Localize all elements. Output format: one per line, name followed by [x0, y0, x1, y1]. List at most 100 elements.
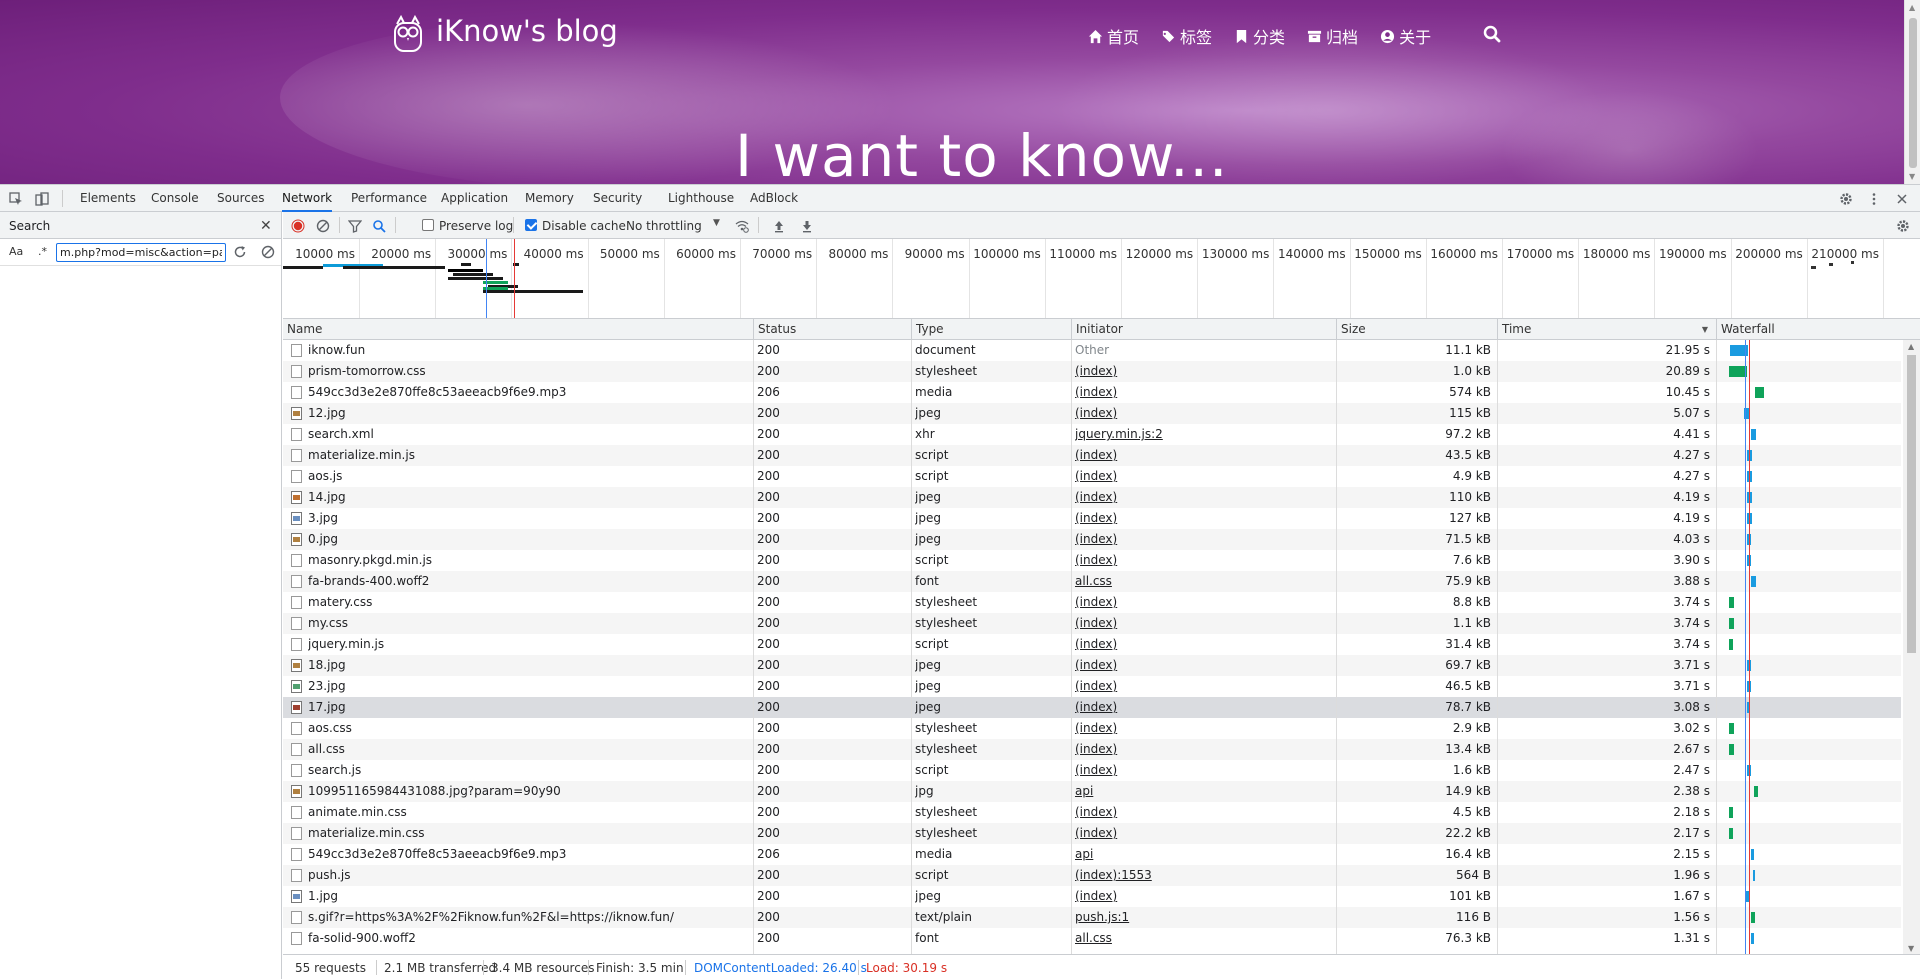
search-network-icon[interactable] — [371, 218, 387, 234]
cell-initiator[interactable]: all.css — [1075, 571, 1330, 592]
network-overview-timeline[interactable]: 10000 ms 20000 ms 30000 ms 40000 ms 50000 ms… — [283, 239, 1920, 319]
nav-home[interactable]: 首页 — [1088, 24, 1139, 48]
match-case-toggle[interactable]: Aa — [9, 245, 23, 258]
tab-memory[interactable]: Memory — [525, 185, 574, 212]
tab-sources[interactable]: Sources — [217, 185, 264, 212]
clear-search-icon[interactable] — [260, 244, 276, 260]
cell-initiator[interactable]: (index) — [1075, 739, 1330, 760]
cell-initiator[interactable]: (index) — [1075, 697, 1330, 718]
table-row[interactable]: 549cc3d3e2e870ffe8c53aeeacb9f6e9.mp3 206 m… — [283, 844, 1901, 865]
table-row[interactable]: materialize.min.css 200 stylesheet (index) 2… — [283, 823, 1901, 844]
table-row[interactable]: push.js 200 script (index):1553 564 B 1.96 s — [283, 865, 1901, 886]
tab-security[interactable]: Security — [593, 185, 642, 212]
table-row[interactable]: prism-tomorrow.css 200 stylesheet (index) 1.… — [283, 361, 1901, 382]
cell-initiator[interactable]: (index) — [1075, 802, 1330, 823]
table-row[interactable]: animate.min.css 200 stylesheet (index) 4.5 k… — [283, 802, 1901, 823]
tab-lighthouse[interactable]: Lighthouse — [668, 185, 734, 212]
preserve-log-checkbox[interactable] — [422, 219, 434, 231]
search-icon[interactable] — [1483, 25, 1501, 43]
cell-initiator[interactable]: (index) — [1075, 760, 1330, 781]
table-row[interactable]: 14.jpg 200 jpeg (index) 110 kB 4.19 s — [283, 487, 1901, 508]
table-row[interactable]: search.js 200 script (index) 1.6 kB 2.47 s — [283, 760, 1901, 781]
table-row[interactable]: materialize.min.js 200 script (index) 43.5 k… — [283, 445, 1901, 466]
cell-initiator[interactable]: (index) — [1075, 529, 1330, 550]
scroll-up-arrow-icon[interactable]: ▲ — [1908, 342, 1914, 351]
nav-categories[interactable]: 分类 — [1234, 24, 1285, 48]
network-settings-gear-icon[interactable] — [1895, 218, 1911, 234]
cell-initiator[interactable]: (index):1553 — [1075, 865, 1330, 886]
table-row[interactable]: 1.jpg 200 jpeg (index) 101 kB 1.67 s — [283, 886, 1901, 907]
table-row[interactable]: iknow.fun 200 document Other 11.1 kB 21.95 s — [283, 340, 1901, 361]
column-header-waterfall[interactable]: Waterfall — [1716, 319, 1775, 340]
settings-gear-icon[interactable] — [1838, 191, 1854, 207]
owl-logo-icon[interactable] — [393, 15, 423, 53]
table-row[interactable]: aos.css 200 stylesheet (index) 2.9 kB 3.02 s — [283, 718, 1901, 739]
close-devtools-icon[interactable] — [1894, 191, 1910, 207]
cell-initiator[interactable]: push.js:1 — [1075, 907, 1330, 928]
cell-initiator[interactable]: (index) — [1075, 592, 1330, 613]
cell-initiator[interactable]: (index) — [1075, 487, 1330, 508]
clear-log-icon[interactable] — [315, 218, 331, 234]
close-search-icon[interactable]: ✕ — [260, 218, 272, 234]
tab-adblock[interactable]: AdBlock — [750, 185, 798, 212]
cell-initiator[interactable]: (index) — [1075, 886, 1330, 907]
blog-title[interactable]: iKnow's blog — [436, 14, 618, 48]
network-conditions-wifi-icon[interactable] — [734, 218, 750, 234]
column-header-time[interactable]: Time ▼ — [1497, 319, 1716, 340]
disable-cache-checkbox[interactable] — [525, 219, 537, 231]
cell-initiator[interactable]: (index) — [1075, 508, 1330, 529]
device-toolbar-icon[interactable] — [34, 191, 50, 207]
scroll-up-arrow-icon[interactable]: ▲ — [1909, 3, 1915, 12]
table-row[interactable]: 109951165984431088.jpg?param=90y90 200 jpg… — [283, 781, 1901, 802]
table-row[interactable]: 549cc3d3e2e870ffe8c53aeeacb9f6e9.mp3 206 m… — [283, 382, 1901, 403]
table-scrollbar-thumb[interactable] — [1907, 355, 1916, 653]
table-row[interactable]: masonry.pkgd.min.js 200 script (index) 7.6 k… — [283, 550, 1901, 571]
cell-initiator[interactable]: (index) — [1075, 823, 1330, 844]
table-row[interactable]: 12.jpg 200 jpeg (index) 115 kB 5.07 s — [283, 403, 1901, 424]
column-header-initiator[interactable]: Initiator — [1071, 319, 1123, 340]
refresh-search-icon[interactable] — [232, 244, 248, 260]
table-row[interactable]: 18.jpg 200 jpeg (index) 69.7 kB 3.71 s — [283, 655, 1901, 676]
table-row[interactable]: 3.jpg 200 jpeg (index) 127 kB 4.19 s — [283, 508, 1901, 529]
preserve-log-label[interactable]: Preserve log — [439, 219, 513, 233]
cell-initiator[interactable]: (index) — [1075, 634, 1330, 655]
throttling-chevron-down-icon[interactable]: ▼ — [713, 218, 720, 228]
table-row[interactable]: all.css 200 stylesheet (index) 13.4 kB 2.67 s — [283, 739, 1901, 760]
column-header-type[interactable]: Type — [911, 319, 944, 340]
regex-toggle[interactable]: .* — [38, 245, 47, 258]
table-row[interactable]: s.gif?r=https%3A%2F%2Fiknow.fun%2F&l=htt… — [283, 907, 1901, 928]
cell-initiator[interactable]: all.css — [1075, 928, 1330, 949]
export-har-download-icon[interactable] — [799, 218, 815, 234]
scroll-down-arrow-icon[interactable]: ▼ — [1908, 944, 1914, 953]
table-row[interactable]: 23.jpg 200 jpeg (index) 46.5 kB 3.71 s — [283, 676, 1901, 697]
disable-cache-label[interactable]: Disable cache — [542, 219, 626, 233]
column-header-status[interactable]: Status — [753, 319, 796, 340]
table-row[interactable]: my.css 200 stylesheet (index) 1.1 kB 3.74 s — [283, 613, 1901, 634]
scroll-down-arrow-icon[interactable]: ▼ — [1909, 172, 1915, 181]
tab-network[interactable]: Network — [282, 185, 333, 212]
cell-initiator[interactable]: (index) — [1075, 718, 1330, 739]
tab-console[interactable]: Console — [151, 185, 199, 212]
table-row[interactable]: 0.jpg 200 jpeg (index) 71.5 kB 4.03 s — [283, 529, 1901, 550]
column-header-name[interactable]: Name — [283, 319, 322, 340]
table-row[interactable]: aos.js 200 script (index) 4.9 kB 4.27 s — [283, 466, 1901, 487]
nav-about[interactable]: 关于 — [1380, 24, 1431, 48]
cell-initiator[interactable]: jquery.min.js:2 — [1075, 424, 1330, 445]
search-query-input[interactable] — [56, 243, 226, 262]
cell-initiator[interactable]: (index) — [1075, 382, 1330, 403]
table-scrollbar[interactable]: ▲ ▼ — [1903, 340, 1920, 955]
cell-initiator[interactable]: (index) — [1075, 466, 1330, 487]
nav-archive[interactable]: 归档 — [1307, 24, 1358, 48]
tab-elements[interactable]: Elements — [80, 185, 136, 212]
cell-initiator[interactable]: (index) — [1075, 655, 1330, 676]
cell-initiator[interactable]: (index) — [1075, 403, 1330, 424]
record-icon[interactable] — [290, 218, 306, 234]
column-header-size[interactable]: Size — [1336, 319, 1366, 340]
table-row[interactable]: search.xml 200 xhr jquery.min.js:2 97.2 kB 4.… — [283, 424, 1901, 445]
table-row[interactable]: matery.css 200 stylesheet (index) 8.8 kB 3.74… — [283, 592, 1901, 613]
tab-application[interactable]: Application — [441, 185, 508, 212]
cell-initiator[interactable]: (index) — [1075, 361, 1330, 382]
import-har-upload-icon[interactable] — [771, 218, 787, 234]
cell-initiator[interactable]: api — [1075, 781, 1330, 802]
cell-initiator[interactable]: (index) — [1075, 550, 1330, 571]
